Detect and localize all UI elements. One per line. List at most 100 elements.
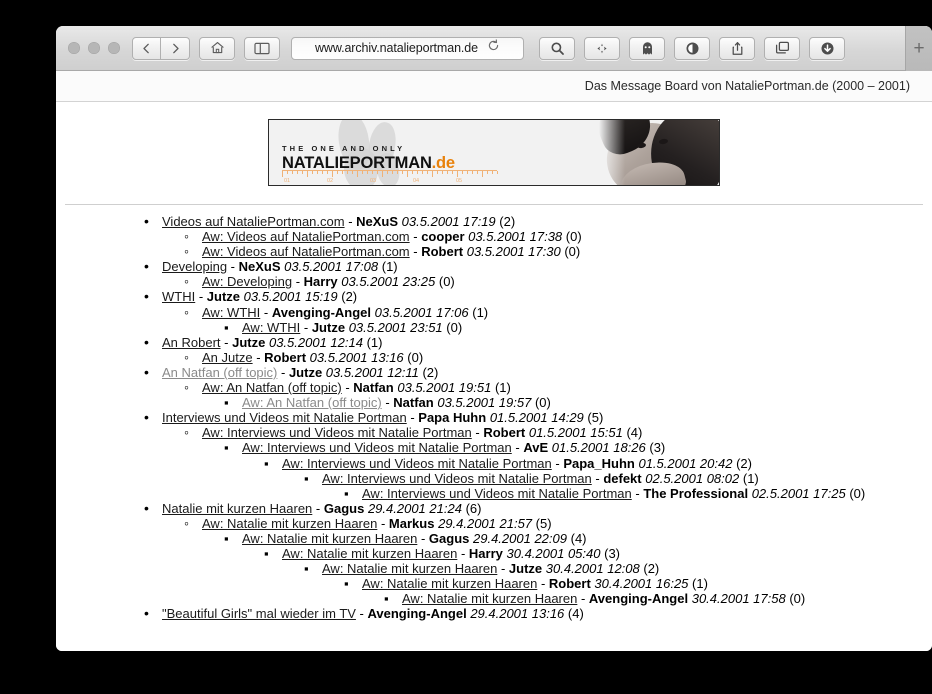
- thread-timestamp: 02.5.2001 08:02: [645, 470, 740, 486]
- thread-author: Robert: [483, 425, 526, 441]
- page-header-bar: Das Message Board von NataliePortman.de …: [56, 71, 932, 102]
- search-icon: [550, 41, 565, 56]
- sparkle-button[interactable]: [584, 36, 620, 60]
- thread-title-link[interactable]: WTHI: [162, 289, 195, 304]
- thread-title-link[interactable]: Aw: Natalie mit kurzen Haaren: [282, 546, 457, 561]
- ruler-tick: [437, 171, 438, 174]
- thread-author: Jutze: [508, 561, 543, 577]
- ruler-tick: [482, 171, 483, 177]
- thread-separator: -: [252, 349, 265, 365]
- sidebar-toggle-button[interactable]: [244, 36, 280, 60]
- reload-icon[interactable]: [487, 39, 500, 57]
- thread-title-link[interactable]: Aw: Interviews und Videos mit Natalie Po…: [242, 440, 512, 455]
- thread-author: Avenging-Angel: [271, 304, 372, 320]
- forward-button[interactable]: [161, 36, 190, 60]
- show-tabs-button[interactable]: [764, 36, 800, 60]
- ruler-number: 02: [327, 178, 334, 184]
- thread-row: Aw: WTHI - Avenging-Angel 03.5.2001 17:0…: [56, 305, 932, 320]
- share-button[interactable]: [719, 36, 755, 60]
- thread-separator: -: [227, 259, 239, 275]
- downloads-button[interactable]: [809, 36, 845, 60]
- thread-title-link[interactable]: Natalie mit kurzen Haaren: [162, 501, 312, 516]
- thread-title-link[interactable]: Interviews und Videos mit Natalie Portma…: [162, 410, 407, 425]
- maximize-window-button[interactable]: [108, 42, 120, 54]
- home-button[interactable]: [199, 36, 235, 60]
- thread-title-link[interactable]: Aw: Interviews und Videos mit Natalie Po…: [362, 486, 632, 501]
- thread-author: NeXuS: [238, 259, 281, 275]
- thread-title-link[interactable]: Aw: Natalie mit kurzen Haaren: [402, 591, 577, 606]
- address-bar[interactable]: www.archiv.natalieportman.de: [291, 36, 524, 60]
- thread-title-link[interactable]: Aw: Videos auf NataliePortman.com: [202, 229, 410, 244]
- new-tab-strip: +: [905, 26, 932, 71]
- thread-title-link[interactable]: An Robert: [162, 335, 221, 350]
- ghost-button[interactable]: [629, 36, 665, 60]
- back-button[interactable]: [132, 36, 161, 60]
- thread-title-link[interactable]: Aw: WTHI: [242, 320, 300, 335]
- thread-row-text: Aw: Interviews und Videos mit Natalie Po…: [242, 440, 665, 455]
- thread-title-link[interactable]: Aw: An Natfan (off topic): [202, 380, 342, 395]
- thread-title-link[interactable]: Aw: WTHI: [202, 305, 260, 320]
- ruler-number: 03: [370, 178, 377, 184]
- thread-title-link[interactable]: Aw: Natalie mit kurzen Haaren: [202, 516, 377, 531]
- thread-row: "Beautiful Girls" mal wieder im TV - Ave…: [56, 606, 932, 621]
- thread-title-link[interactable]: Aw: Interviews und Videos mit Natalie Po…: [282, 456, 552, 471]
- forward-chevron-icon: [169, 42, 182, 55]
- ruler-tick: [447, 171, 448, 174]
- thread-title-link[interactable]: An Natfan (off topic): [162, 365, 277, 380]
- ruler-tick: [492, 171, 493, 174]
- thread-reply-count: (0): [849, 485, 866, 501]
- thread-author: Natfan: [353, 380, 394, 396]
- ruler-tick: [477, 171, 478, 174]
- thread-row: Natalie mit kurzen Haaren - Gagus 29.4.2…: [56, 501, 932, 516]
- search-button[interactable]: [539, 36, 575, 60]
- thread-author: Jutze: [206, 289, 241, 305]
- thread-timestamp: 29.4.2001 21:24: [367, 500, 462, 516]
- thread-row-text: An Robert - Jutze 03.5.2001 12:14 (1): [162, 335, 382, 350]
- thread-row-text: "Beautiful Girls" mal wieder im TV - Ave…: [162, 606, 584, 621]
- new-tab-button[interactable]: +: [913, 39, 924, 58]
- site-banner[interactable]: THE ONE AND ONLY NATALIEPORTMAN.de 01 02 0…: [268, 119, 720, 186]
- thread-row: Aw: Developing - Harry 03.5.2001 23:25 (…: [56, 274, 932, 289]
- thread-separator: -: [300, 319, 312, 335]
- thread-title-link[interactable]: Aw: Interviews und Videos mit Natalie Po…: [322, 471, 592, 486]
- thread-timestamp: 03.5.2001 17:08: [284, 259, 379, 275]
- ruler-tick: [362, 171, 363, 174]
- thread-row: Aw: Interviews und Videos mit Natalie Po…: [56, 425, 932, 440]
- thread-title-link[interactable]: An Jutze: [202, 350, 253, 365]
- square-bullet-icon: [264, 546, 269, 561]
- share-icon: [731, 41, 744, 56]
- thread-title-link[interactable]: Aw: Developing: [202, 274, 292, 289]
- ruler-tick: [312, 171, 313, 174]
- thread-reply-count: (2): [499, 214, 516, 229]
- thread-separator: -: [292, 274, 304, 290]
- thread-title-link[interactable]: Aw: An Natfan (off topic): [242, 395, 382, 410]
- toolbar-action-buttons: [539, 36, 845, 60]
- thread-row: Aw: Interviews und Videos mit Natalie Po…: [56, 456, 932, 471]
- thread-timestamp: 03.5.2001 12:11: [325, 364, 419, 380]
- thread-title-link[interactable]: "Beautiful Girls" mal wieder im TV: [162, 606, 356, 621]
- ruler-tick: [317, 171, 318, 174]
- thread-row-text: Aw: Interviews und Videos mit Natalie Po…: [202, 425, 642, 440]
- thread-title-link[interactable]: Aw: Interviews und Videos mit Natalie Po…: [202, 425, 472, 440]
- shield-button[interactable]: [674, 36, 710, 60]
- thread-title-link[interactable]: Videos auf NataliePortman.com: [162, 214, 345, 229]
- ruler-tick: [307, 171, 308, 177]
- disc-bullet-icon: [144, 289, 149, 304]
- thread-reply-count: (1): [381, 259, 398, 275]
- thread-reply-count: (0): [789, 591, 806, 607]
- thread-row: Aw: Natalie mit kurzen Haaren - Avenging…: [56, 591, 932, 606]
- minimize-window-button[interactable]: [88, 42, 100, 54]
- thread-timestamp: 03.5.2001 17:38: [468, 229, 563, 245]
- thread-title-link[interactable]: Aw: Natalie mit kurzen Haaren: [322, 561, 497, 576]
- disc-bullet-icon: [144, 335, 149, 350]
- thread-title-link[interactable]: Aw: Videos auf NataliePortman.com: [202, 244, 410, 259]
- thread-title-link[interactable]: Aw: Natalie mit kurzen Haaren: [362, 576, 537, 591]
- thread-row-text: Developing - NeXuS 03.5.2001 17:08 (1): [162, 259, 398, 274]
- ruler-number: 01: [284, 178, 291, 184]
- close-window-button[interactable]: [68, 42, 80, 54]
- ghost-icon: [641, 41, 654, 56]
- thread-title-link[interactable]: Aw: Natalie mit kurzen Haaren: [242, 531, 417, 546]
- banner-suffix-text: .de: [431, 153, 455, 172]
- thread-title-link[interactable]: Developing: [162, 259, 227, 274]
- square-bullet-icon: [304, 471, 309, 486]
